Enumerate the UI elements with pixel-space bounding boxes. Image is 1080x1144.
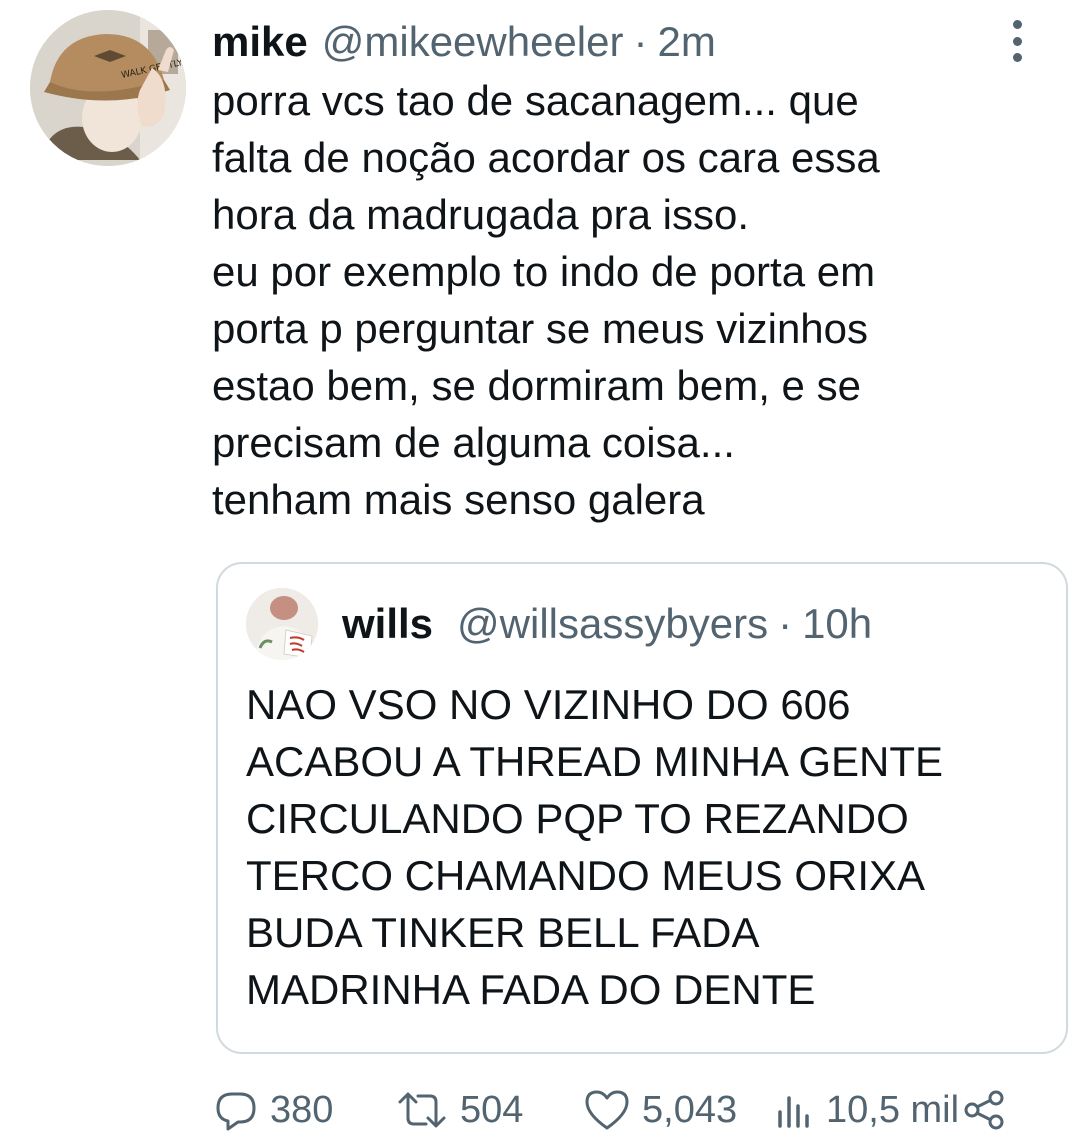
quoted-text-line: BUDA TINKER BELL FADA <box>246 909 760 956</box>
author-handle[interactable]: @mikeewheeler <box>322 18 624 66</box>
heart-icon <box>585 1090 629 1130</box>
tweet-text-line: tenham mais senso galera <box>212 476 705 523</box>
tweet-text-line: porta p perguntar se meus vizinhos <box>212 305 869 352</box>
reply-icon <box>216 1092 256 1131</box>
menu-dot <box>1012 20 1022 29</box>
reply-count: 380 <box>270 1088 334 1131</box>
quoted-header-separator: · <box>778 600 793 647</box>
tweet-text-line: eu por exemplo to indo de porta em <box>212 248 876 295</box>
action-bar: 380 504 5,043 10,5 mil <box>0 1080 1080 1140</box>
tweet-text-line: porra vcs tao de sacanagem... que <box>212 77 859 124</box>
quoted-author-name: wills <box>342 600 434 647</box>
retweet-count: 504 <box>460 1088 524 1131</box>
share-button[interactable] <box>962 1080 1006 1140</box>
quoted-text-line: ACABOU A THREAD MINHA GENTE <box>246 738 944 785</box>
author-name[interactable]: mike <box>212 18 308 66</box>
quoted-text-line: CIRCULANDO PQP TO REZANDO <box>246 795 909 842</box>
avatar-image: WALK GENTLY <box>30 10 186 166</box>
menu-dot <box>1012 53 1022 62</box>
quoted-tweet-text: NAO VSO NO VIZINHO DO 606 ACABOU A THREA… <box>246 676 1046 1018</box>
views-icon <box>778 1096 809 1128</box>
quoted-text-line: NAO VSO NO VIZINHO DO 606 <box>246 681 851 728</box>
tweet-timestamp[interactable]: 2m <box>658 18 716 66</box>
header-separator: · <box>633 18 648 65</box>
quoted-tweet-header: wills @willsassybyers · 10h <box>342 596 872 652</box>
tweet-text: porra vcs tao de sacanagem... que falta … <box>212 72 1052 528</box>
quoted-text-line: TERCO CHAMANDO MEUS ORIXA <box>246 852 926 899</box>
views-button[interactable]: 10,5 mil <box>774 1080 959 1140</box>
tweet-header: mike @mikeewheeler · 2m <box>212 14 716 70</box>
quoted-timestamp: 10h <box>802 600 873 647</box>
views-count: 10,5 mil <box>826 1088 960 1131</box>
author-avatar[interactable]: WALK GENTLY <box>30 10 186 166</box>
retweet-button[interactable]: 504 <box>396 1080 523 1140</box>
quoted-author-avatar <box>246 588 318 660</box>
retweet-icon <box>398 1092 446 1128</box>
tweet-text-line: estao bem, se dormiram bem, e se <box>212 362 861 409</box>
quoted-tweet[interactable]: wills @willsassybyers · 10h NAO VSO NO V… <box>216 562 1068 1054</box>
like-count: 5,043 <box>642 1088 738 1131</box>
quoted-text-line: MADRINHA FADA DO DENTE <box>246 966 816 1013</box>
quoted-author-handle: @willsassybyers <box>457 600 769 647</box>
reply-button[interactable]: 380 <box>214 1080 333 1140</box>
tweet-text-line: hora da madrugada pra isso. <box>212 191 749 238</box>
more-options-icon[interactable] <box>1000 20 1034 62</box>
tweet: WALK GENTLY mike @mikeewheeler · 2m porr… <box>0 0 1080 1144</box>
tweet-text-line: falta de noção acordar os cara essa <box>212 134 880 181</box>
quoted-avatar-image <box>246 588 318 660</box>
tweet-text-line: precisam de alguma coisa... <box>212 419 735 466</box>
like-button[interactable]: 5,043 <box>584 1080 737 1140</box>
menu-dot <box>1012 36 1022 46</box>
share-icon <box>962 1088 1006 1132</box>
